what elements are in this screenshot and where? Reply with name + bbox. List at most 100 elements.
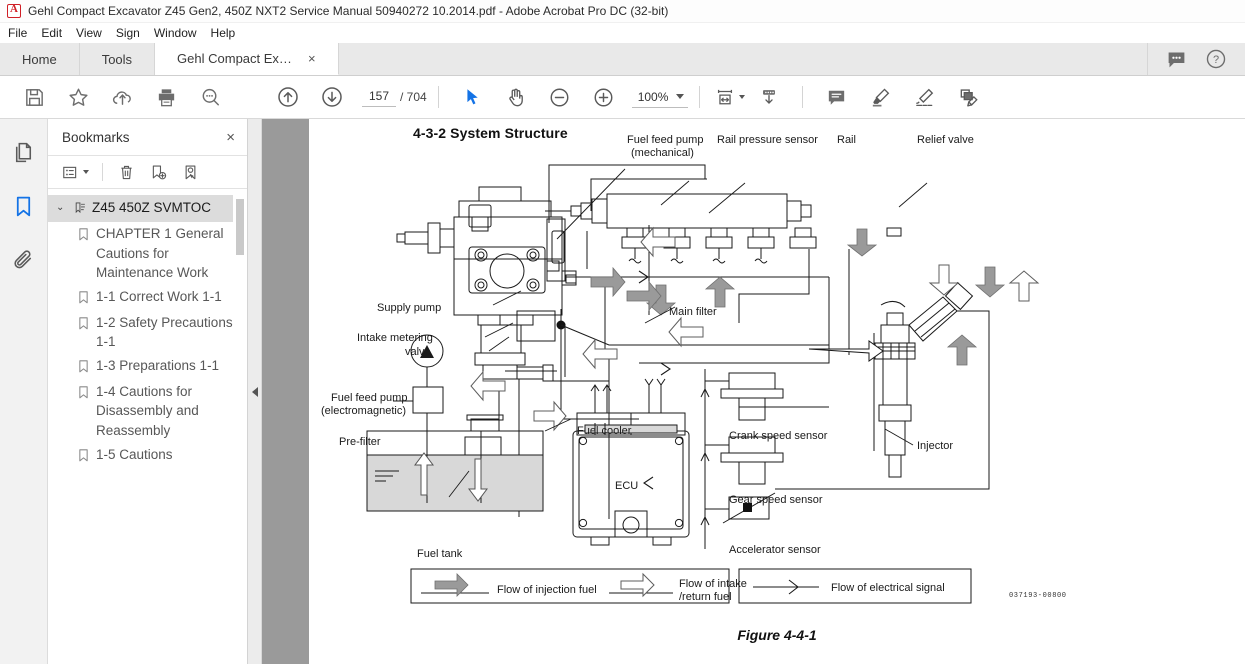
- chevron-left-icon: [251, 386, 258, 397]
- select-bookmark-icon[interactable]: [175, 159, 205, 185]
- document-viewer: 4-3-2 System Structure Fuel feed pump (m…: [248, 119, 1245, 664]
- list-item-label: 1-1 Correct Work 1-1: [96, 288, 222, 304]
- sign-icon[interactable]: [902, 79, 946, 115]
- tab-document-label: Gehl Compact Exca...: [177, 51, 298, 66]
- tab-spacer: [339, 43, 1148, 75]
- page-thumbnails-icon[interactable]: [7, 135, 41, 169]
- acrobat-logo-icon: [7, 3, 21, 18]
- list-item-label: 1-4 Cautions for Disassembly and Reassem…: [96, 383, 199, 438]
- bookmark-scrollbar[interactable]: [236, 199, 244, 255]
- zoom-out-icon[interactable]: [538, 79, 582, 115]
- legend-electrical-signal-label: Flow of electrical signal: [831, 582, 945, 594]
- comment-icon[interactable]: [1166, 49, 1187, 70]
- zoom-level-selector[interactable]: 100%: [631, 87, 689, 108]
- label-fuel-feed-pump-mechanical-line1: Fuel feed pump: [627, 134, 703, 146]
- bookmark-icon: [78, 224, 89, 246]
- list-item[interactable]: 1-2 Safety Precautions 1-1: [48, 311, 247, 354]
- label-fuel-tank: Fuel tank: [417, 548, 463, 560]
- previous-page-icon[interactable]: [266, 79, 310, 115]
- label-fuel-feed-pump-electromagnetic-line2: (electromagnetic): [321, 405, 406, 417]
- delete-bookmark-icon[interactable]: [111, 159, 141, 185]
- help-icon[interactable]: ?: [1205, 48, 1227, 70]
- label-gear-speed-sensor: Gear speed sensor: [729, 494, 823, 506]
- edit-pdf-icon[interactable]: [946, 79, 990, 115]
- highlight-icon[interactable]: [858, 79, 902, 115]
- chevron-down-icon[interactable]: [83, 170, 89, 174]
- save-icon[interactable]: [12, 79, 56, 115]
- fit-page-icon[interactable]: [711, 79, 747, 115]
- print-icon[interactable]: [144, 79, 188, 115]
- pdf-page[interactable]: 4-3-2 System Structure Fuel feed pump (m…: [309, 119, 1245, 664]
- bookmarks-icon[interactable]: [7, 189, 41, 223]
- window-title: Gehl Compact Excavator Z45 Gen2, 450Z NX…: [28, 4, 669, 18]
- panel-collapse-handle[interactable]: [248, 119, 262, 664]
- toolbar-separator-2: [699, 86, 701, 108]
- upload-cloud-icon[interactable]: [100, 79, 144, 115]
- label-accelerator-sensor: Accelerator sensor: [729, 544, 821, 556]
- navigation-rail: [0, 119, 48, 664]
- bookmarks-panel-title: Bookmarks: [62, 129, 130, 145]
- comment-icon[interactable]: [814, 79, 858, 115]
- bookmark-root-item[interactable]: ⌄ Z45 450Z SVMTOC: [48, 195, 233, 222]
- label-ecu: ECU: [615, 480, 638, 492]
- scroll-mode-icon[interactable]: [747, 79, 791, 115]
- bookmark-icon: [78, 356, 89, 378]
- label-supply-pump: Supply pump: [377, 302, 441, 314]
- label-intake-metering-line2: valve: [405, 346, 431, 358]
- list-item[interactable]: 1-5 Cautions: [48, 443, 247, 469]
- toolbar-separator-3: [802, 86, 804, 108]
- page-total-label: / 704: [400, 90, 427, 104]
- bookmark-tree[interactable]: ⌄ Z45 450Z SVMTOC CHAPTER 1 General Caut…: [48, 189, 247, 664]
- legend-intake-return-label-line2: /return fuel: [679, 591, 732, 603]
- bookmarks-panel: Bookmarks × ⌄ Z45 450Z SVMTOC CHAPTER 1 …: [48, 119, 248, 664]
- bookmarks-panel-toolbar: [48, 155, 247, 189]
- label-crank-speed-sensor: Crank speed sensor: [729, 430, 828, 442]
- list-item[interactable]: 1-1 Correct Work 1-1: [48, 285, 247, 311]
- select-cursor-icon[interactable]: [450, 79, 494, 115]
- menu-view[interactable]: View: [76, 26, 111, 40]
- menu-window[interactable]: Window: [154, 26, 206, 40]
- attachments-icon[interactable]: [7, 243, 41, 277]
- hand-tool-icon[interactable]: [494, 79, 538, 115]
- menu-help[interactable]: Help: [211, 26, 245, 40]
- label-fuel-feed-pump-electromagnetic-line1: Fuel feed pump: [331, 392, 407, 404]
- list-item[interactable]: CHAPTER 1 General Cautions for Maintenan…: [48, 222, 247, 285]
- drawing-id: 037193-00800: [1009, 592, 1067, 600]
- close-icon[interactable]: ×: [226, 130, 235, 145]
- bookmark-icon: [78, 382, 89, 404]
- chevron-down-icon[interactable]: [738, 95, 745, 99]
- zoom-in-icon[interactable]: [582, 79, 626, 115]
- list-item[interactable]: 1-3 Preparations 1-1: [48, 354, 247, 380]
- page-number-input[interactable]: [362, 87, 396, 107]
- label-relief-valve: Relief valve: [917, 134, 974, 146]
- bookmark-icon: [78, 313, 89, 335]
- bookmark-icon: [78, 445, 89, 467]
- app-body: Bookmarks × ⌄ Z45 450Z SVMTOC CHAPTER 1 …: [0, 119, 1245, 664]
- page-navigator: / 704: [362, 87, 427, 107]
- legend-injection-fuel-label: Flow of injection fuel: [497, 584, 597, 596]
- list-item-label: 1-2 Safety Precautions 1-1: [96, 314, 233, 350]
- bookmark-options-icon[interactable]: [56, 159, 94, 185]
- svg-text:?: ?: [1213, 54, 1219, 66]
- menu-sign[interactable]: Sign: [116, 26, 149, 40]
- new-bookmark-icon[interactable]: [143, 159, 173, 185]
- tab-document[interactable]: Gehl Compact Exca... ×: [155, 43, 339, 75]
- label-main-filter: Main filter: [669, 306, 717, 318]
- chevron-down-icon[interactable]: [676, 94, 685, 99]
- search-icon[interactable]: [188, 79, 232, 115]
- fuel-system-diagram: Fuel feed pump (mechanical) Rail pressur…: [321, 134, 1040, 604]
- tab-home[interactable]: Home: [0, 43, 80, 75]
- next-page-icon[interactable]: [310, 79, 354, 115]
- label-injector: Injector: [917, 440, 953, 452]
- label-rail-pressure-sensor: Rail pressure sensor: [717, 134, 818, 146]
- menu-file[interactable]: File: [8, 26, 36, 40]
- star-icon[interactable]: [56, 79, 100, 115]
- bookmark-root-label: Z45 450Z SVMTOC: [92, 200, 212, 215]
- menu-edit[interactable]: Edit: [41, 26, 71, 40]
- list-item[interactable]: 1-4 Cautions for Disassembly and Reassem…: [48, 380, 247, 443]
- list-item-label: 1-3 Preparations 1-1: [96, 357, 220, 373]
- tab-tools[interactable]: Tools: [80, 43, 156, 75]
- bookmark-root-icon: [74, 198, 88, 219]
- chevron-down-icon[interactable]: ⌄: [56, 198, 70, 213]
- tab-close-icon[interactable]: ×: [308, 52, 316, 65]
